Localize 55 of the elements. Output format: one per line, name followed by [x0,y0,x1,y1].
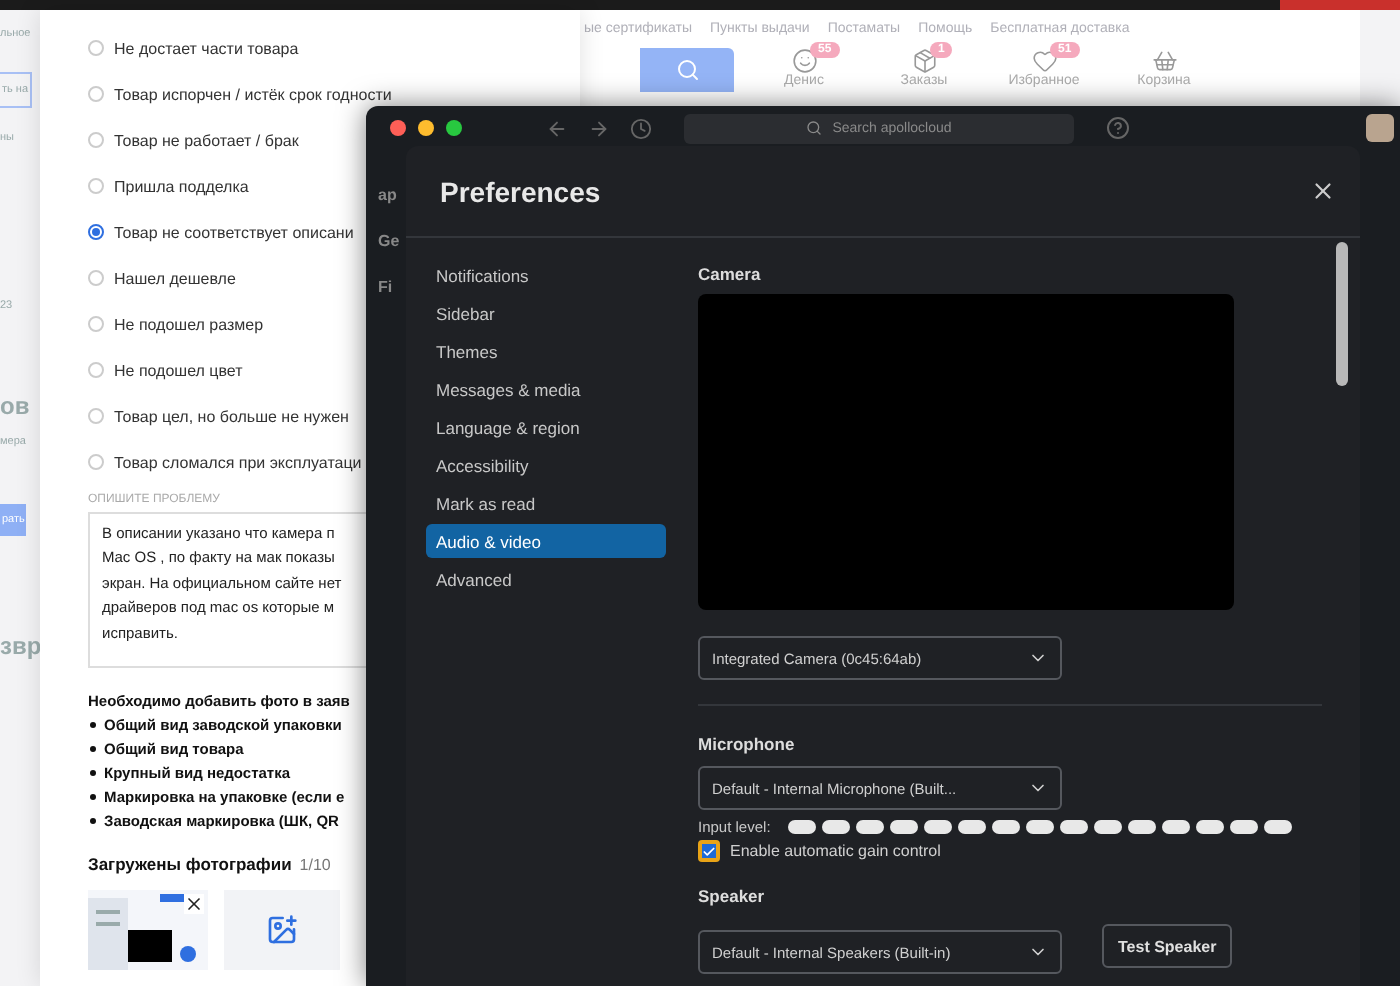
remove-photo-button[interactable] [184,894,204,914]
checkbox[interactable] [698,840,720,862]
section-heading: Microphone [698,734,797,754]
search-button[interactable] [640,48,734,92]
nav-item[interactable]: Messages & media [426,372,666,406]
radio-button[interactable] [88,362,104,378]
add-image-icon [266,914,298,946]
section-heading: Camera [698,264,763,284]
minimize-window-icon[interactable] [418,120,434,136]
header-icon[interactable] [911,48,937,74]
avatar[interactable] [1366,114,1394,142]
sidebar-text: ap [378,186,399,204]
checkmark-icon [702,843,716,859]
close-button[interactable] [1310,178,1336,204]
dialog-title: Preferences [440,175,601,207]
nav-item[interactable]: Audio & video [426,524,666,558]
sidebar-text: Fi [378,278,395,296]
radio-button[interactable] [88,316,104,332]
nav-item[interactable]: Language & region [426,410,666,444]
radio-button[interactable] [88,224,104,240]
radio-button[interactable] [88,178,104,194]
header-icon[interactable] [1151,48,1177,74]
radio-button[interactable] [88,408,104,424]
section-heading: ов [0,392,30,420]
header-icon[interactable] [791,48,817,74]
forward-icon[interactable] [588,117,610,139]
nav-item[interactable]: Themes [426,334,666,368]
section-heading: звр [0,632,40,660]
history-icon[interactable] [630,117,652,139]
radio-button[interactable] [88,270,104,286]
section-heading: Speaker [698,886,767,906]
help-icon[interactable] [1106,116,1130,140]
nav-item[interactable]: Notifications [426,258,666,292]
sidebar-text: Ge [378,232,400,250]
test-speaker-button[interactable]: Test Speaker [1102,924,1233,968]
uploads-count: 1/10 [299,856,331,874]
nav-item[interactable]: Advanced [426,562,666,596]
radio-button[interactable] [88,86,104,102]
radio-button[interactable] [88,40,104,56]
header-icon[interactable] [1031,48,1057,74]
close-window-icon[interactable] [390,120,406,136]
radio-button[interactable] [88,132,104,148]
uploads-title: Загружены фотографии [88,854,292,874]
radio-button[interactable] [88,454,104,470]
nav-item[interactable]: Sidebar [426,296,666,330]
reason-option[interactable]: Не достает части товара [88,34,580,62]
reason-option[interactable]: Товар испорчен / истёк срок годности [88,80,580,108]
checkbox-label[interactable]: Enable automatic gain control [730,842,941,860]
maximize-window-icon[interactable] [446,120,462,136]
search-icon [806,120,823,136]
add-photo-button[interactable] [224,890,340,970]
back-icon[interactable] [546,117,568,139]
nav-item[interactable]: Mark as read [426,486,666,520]
search-icon [675,58,699,82]
nav-item[interactable]: Accessibility [426,448,666,482]
